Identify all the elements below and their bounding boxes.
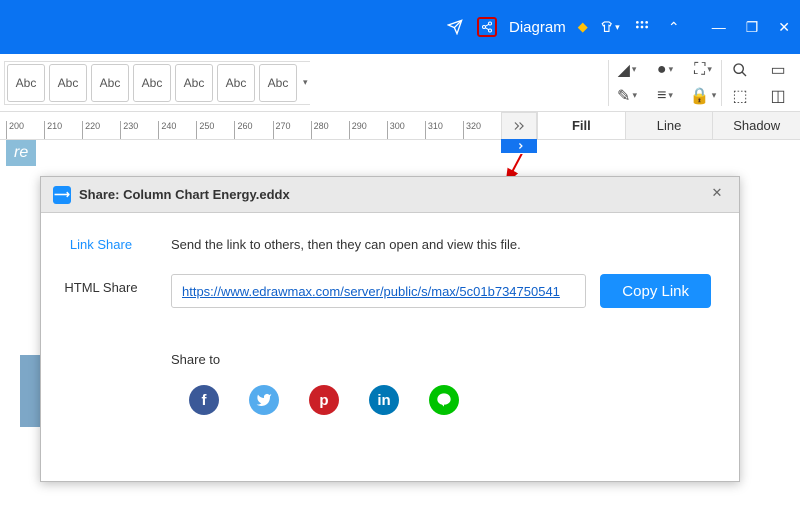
ruler-tick: 210 [44, 121, 82, 139]
ruler-tick: 320 [463, 121, 501, 139]
text-style-gallery: Abc Abc Abc Abc Abc Abc Abc ▾ [4, 61, 310, 105]
linkedin-icon[interactable]: in [369, 385, 399, 415]
twitter-icon[interactable] [249, 385, 279, 415]
share-to-label: Share to [171, 352, 711, 367]
fit-page-icon[interactable]: ▭ [768, 60, 788, 80]
ruler-tick: 270 [273, 121, 311, 139]
panel-expand-arrow[interactable] [501, 139, 537, 153]
sidebar-html-share[interactable]: HTML Share [64, 280, 137, 295]
share-dialog: ⟶ Share: Column Chart Energy.eddx ✕ Link… [40, 176, 740, 482]
window-controls: — ❐ ✕ [712, 20, 790, 34]
text-style-5[interactable]: Abc [175, 64, 213, 102]
dialog-title: Share: Column Chart Energy.eddx [79, 187, 699, 202]
format-tabs: Fill Line Shadow [537, 112, 800, 140]
social-icons: f p in [171, 385, 711, 415]
bucket-icon[interactable]: ◢▾ [617, 60, 637, 80]
facebook-icon[interactable]: f [189, 385, 219, 415]
text-style-7[interactable]: Abc [259, 64, 297, 102]
ruler-tick: 230 [120, 121, 158, 139]
titlebar: Diagram ◆ ▾ ⌃ — ❐ ✕ [0, 0, 800, 54]
lineweight-icon[interactable]: ≡▾ [655, 86, 675, 106]
ruler-tick: 310 [425, 121, 463, 139]
ruler-tick: 290 [349, 121, 387, 139]
text-style-6[interactable]: Abc [217, 64, 255, 102]
close-window-button[interactable]: ✕ [778, 20, 790, 34]
sub-bar: 200210220230240250260270280290300310320 … [0, 112, 800, 140]
apps-icon[interactable] [632, 17, 652, 37]
text-style-4[interactable]: Abc [133, 64, 171, 102]
ruler-tick: 300 [387, 121, 425, 139]
diagram-label[interactable]: Diagram [509, 19, 566, 36]
dialog-main: Send the link to others, then they can o… [161, 213, 739, 481]
text-style-2[interactable]: Abc [49, 64, 87, 102]
tab-line[interactable]: Line [625, 112, 713, 139]
ruler-tick: 260 [234, 121, 272, 139]
share-description: Send the link to others, then they can o… [171, 237, 711, 252]
dialog-sidebar: Link Share HTML Share [41, 213, 161, 481]
fill-tools: ◢▾ ●▾ ⛶▾ ✎▾ ≡▾ 🔒▾ [617, 60, 713, 106]
tab-fill[interactable]: Fill [537, 112, 625, 139]
search-icon[interactable] [730, 60, 750, 80]
tab-shadow[interactable]: Shadow [712, 112, 800, 139]
copy-link-button[interactable]: Copy Link [600, 274, 711, 308]
pen-icon[interactable]: ✎▾ [617, 86, 637, 106]
canvas-cut-label: re [6, 140, 36, 166]
text-style-3[interactable]: Abc [91, 64, 129, 102]
line-icon[interactable] [429, 385, 459, 415]
dialog-titlebar: ⟶ Share: Column Chart Energy.eddx ✕ [41, 177, 739, 213]
send-icon[interactable] [445, 17, 465, 37]
ruler-tick: 220 [82, 121, 120, 139]
app-logo-icon: ⟶ [53, 186, 71, 204]
fit-width-icon[interactable]: ⬚ [730, 86, 750, 106]
collapse-panel-button[interactable] [501, 112, 537, 140]
crop-icon[interactable]: ⛶▾ [693, 60, 713, 80]
share-url-input[interactable]: https://www.edrawmax.com/server/public/s… [171, 274, 586, 308]
pinterest-icon[interactable]: p [309, 385, 339, 415]
ruler-tick: 250 [196, 121, 234, 139]
zoom-selection-icon[interactable]: ◫ [768, 86, 788, 106]
premium-icon[interactable]: ◆ [578, 19, 588, 35]
ruler-tick: 200 [6, 121, 44, 139]
share-icon[interactable] [477, 17, 497, 37]
restore-button[interactable]: ❐ [746, 20, 759, 34]
toolbar: Abc Abc Abc Abc Abc Abc Abc ▾ ◢▾ ●▾ ⛶▾ ✎… [0, 54, 800, 112]
text-style-1[interactable]: Abc [7, 64, 45, 102]
ruler-tick: 240 [158, 121, 196, 139]
text-style-expand[interactable]: ▾ [303, 77, 308, 88]
lock-icon[interactable]: 🔒▾ [693, 86, 713, 106]
chevron-up-icon[interactable]: ⌃ [664, 17, 684, 37]
ruler: 200210220230240250260270280290300310320 [0, 112, 501, 140]
ruler-tick: 280 [311, 121, 349, 139]
tshirt-icon[interactable]: ▾ [600, 17, 620, 37]
sidebar-link-share[interactable]: Link Share [70, 237, 132, 252]
titlebar-right: Diagram ◆ ▾ ⌃ [445, 17, 684, 37]
view-tools: ▭ ⬚ ◫ [730, 60, 788, 106]
minimize-button[interactable]: — [712, 20, 726, 34]
shadow-icon[interactable]: ●▾ [655, 60, 675, 80]
dialog-close-button[interactable]: ✕ [707, 185, 727, 205]
